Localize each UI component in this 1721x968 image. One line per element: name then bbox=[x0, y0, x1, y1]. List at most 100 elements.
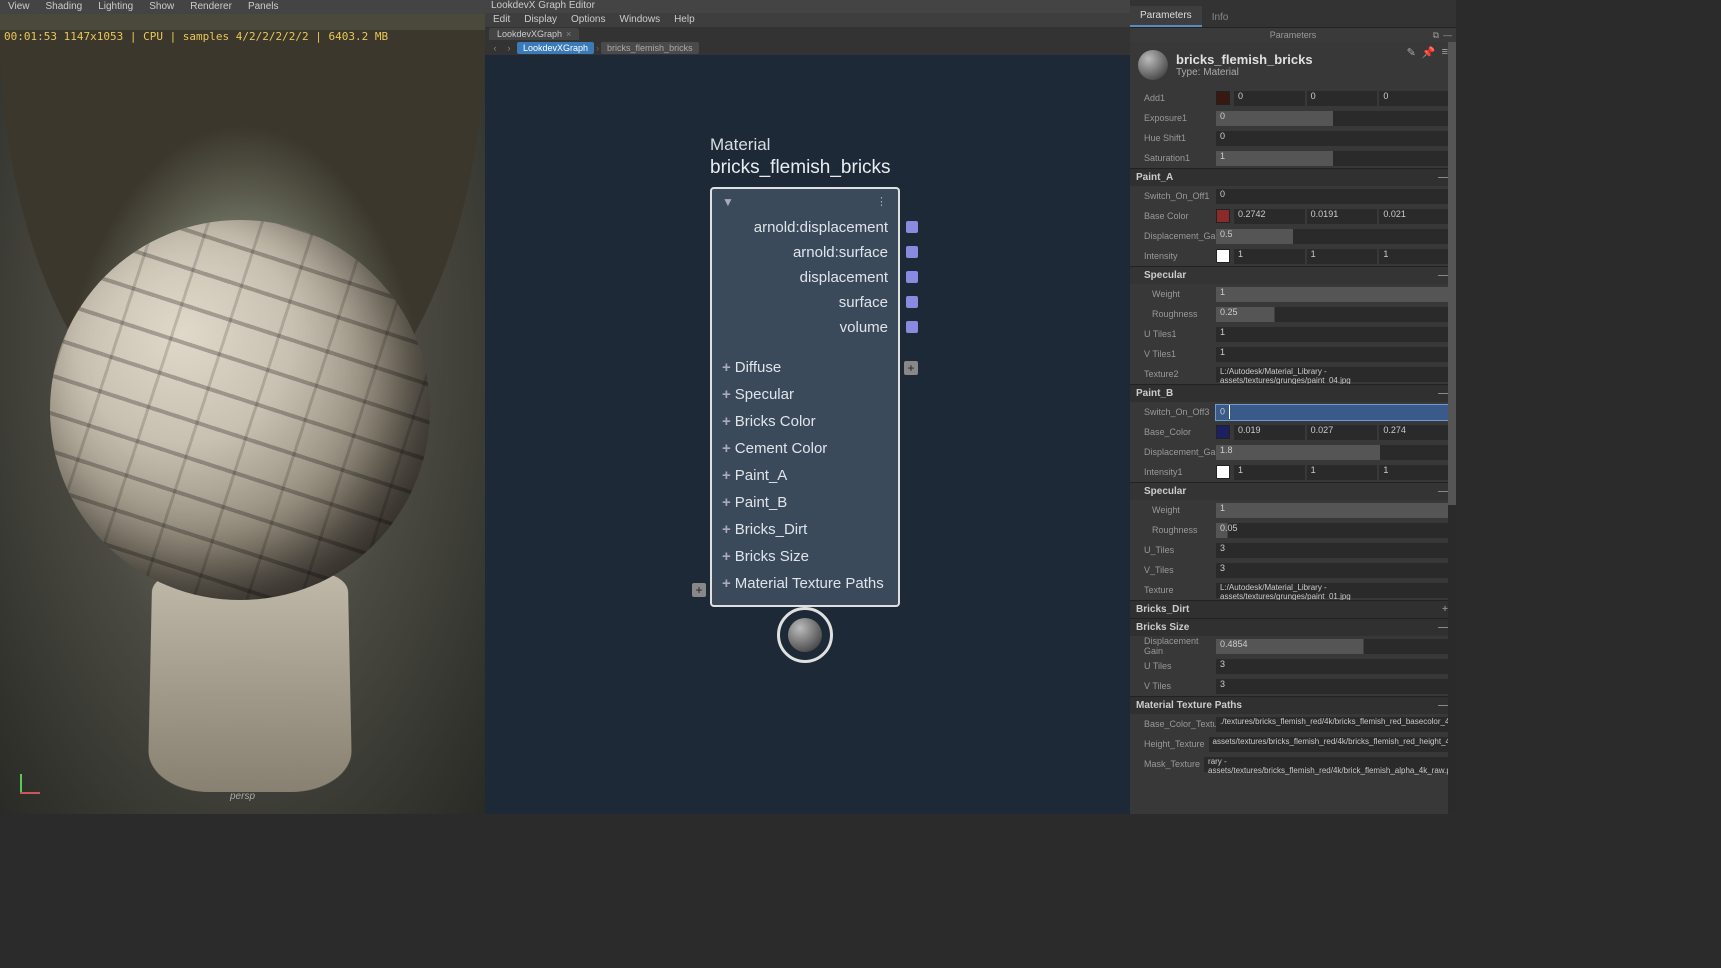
vtiles-input[interactable]: 3 bbox=[1216, 679, 1450, 694]
group-bricks-size[interactable]: Bricks Size— bbox=[1130, 618, 1456, 636]
group-bricks-dirt[interactable]: Bricks_Dirt+ bbox=[1130, 600, 1456, 618]
viewport-render[interactable]: persp bbox=[0, 14, 485, 814]
node-section[interactable]: +Specular bbox=[712, 381, 898, 408]
add1-b-input[interactable]: 0 bbox=[1379, 91, 1450, 106]
basecolor-r-input[interactable]: 0.2742 bbox=[1234, 209, 1305, 224]
output-port[interactable]: arnold:displacement bbox=[712, 215, 898, 240]
edit-icon[interactable]: ✎ bbox=[1407, 46, 1416, 59]
base-texture-input[interactable]: ./textures/bricks_flemish_red/4k/bricks_… bbox=[1216, 717, 1456, 732]
intensity-r-input[interactable]: 1 bbox=[1234, 465, 1305, 480]
collapse-icon[interactable]: — bbox=[1438, 172, 1448, 183]
menu-windows[interactable]: Windows bbox=[620, 14, 661, 26]
scrollbar-thumb[interactable] bbox=[1448, 42, 1456, 505]
menu-shading[interactable]: Shading bbox=[46, 1, 83, 13]
collapse-icon[interactable]: — bbox=[1438, 388, 1448, 399]
menu-options[interactable]: Options bbox=[571, 14, 605, 26]
collapse-icon[interactable]: ▼ bbox=[722, 195, 734, 209]
menu-display[interactable]: Display bbox=[524, 14, 557, 26]
group-specular-a[interactable]: Specular— bbox=[1130, 266, 1456, 284]
port-icon[interactable] bbox=[906, 296, 918, 308]
node-section[interactable]: +Bricks Size bbox=[712, 543, 898, 570]
vtiles-input[interactable]: 3 bbox=[1216, 563, 1450, 578]
menu-renderer[interactable]: Renderer bbox=[190, 1, 232, 13]
graph-tab[interactable]: LookdevXGraph× bbox=[489, 28, 579, 40]
menu-help[interactable]: Help bbox=[674, 14, 695, 26]
expand-icon[interactable]: + bbox=[722, 359, 731, 376]
node-section[interactable]: +Paint_B bbox=[712, 489, 898, 516]
intensity-b-input[interactable]: 1 bbox=[1379, 465, 1450, 480]
port-icon[interactable] bbox=[906, 321, 918, 333]
pin-icon[interactable]: 📌 bbox=[1422, 46, 1436, 59]
menu-panels[interactable]: Panels bbox=[248, 1, 279, 13]
material-preview[interactable] bbox=[777, 607, 833, 663]
node-section[interactable]: +Bricks_Dirt bbox=[712, 516, 898, 543]
tab-parameters[interactable]: Parameters bbox=[1130, 6, 1202, 27]
add1-g-input[interactable]: 0 bbox=[1307, 91, 1378, 106]
group-specular-b[interactable]: Specular— bbox=[1130, 482, 1456, 500]
port-icon[interactable] bbox=[906, 246, 918, 258]
group-texture-paths[interactable]: Material Texture Paths— bbox=[1130, 696, 1456, 714]
tab-info[interactable]: Info bbox=[1202, 8, 1239, 27]
menu-lighting[interactable]: Lighting bbox=[98, 1, 133, 13]
kebab-icon[interactable]: ⋮ bbox=[876, 195, 888, 209]
intensity-g-input[interactable]: 1 bbox=[1307, 465, 1378, 480]
weight-input[interactable]: 1 bbox=[1216, 503, 1450, 518]
expand-icon[interactable]: + bbox=[722, 440, 731, 457]
node-section[interactable]: +Paint_A bbox=[712, 462, 898, 489]
material-node[interactable]: Material bricks_flemish_bricks ▼ ⋮ arnol… bbox=[710, 135, 900, 607]
switch-input-active[interactable]: 0 bbox=[1216, 405, 1450, 420]
graph-canvas[interactable]: Material bricks_flemish_bricks ▼ ⋮ arnol… bbox=[485, 55, 1130, 814]
add1-r-input[interactable]: 0 bbox=[1234, 91, 1305, 106]
node-section[interactable]: +Bricks Color bbox=[712, 408, 898, 435]
exposure-input[interactable]: 0 bbox=[1216, 111, 1450, 126]
mask-texture-input[interactable]: rary - assets/textures/bricks_flemish_re… bbox=[1204, 757, 1456, 772]
vtiles-input[interactable]: 1 bbox=[1216, 347, 1450, 362]
weight-input[interactable]: 1 bbox=[1216, 287, 1450, 302]
expand-icon[interactable]: + bbox=[722, 494, 731, 511]
port-icon[interactable] bbox=[906, 221, 918, 233]
roughness-input[interactable]: 0.25 bbox=[1216, 307, 1450, 322]
collapse-icon[interactable]: — bbox=[1438, 622, 1448, 633]
intensity-r-input[interactable]: 1 bbox=[1234, 249, 1305, 264]
color-swatch[interactable] bbox=[1216, 249, 1230, 263]
texture-input[interactable]: L:/Autodesk/Material_Library - assets/te… bbox=[1216, 583, 1450, 598]
utiles-input[interactable]: 3 bbox=[1216, 543, 1450, 558]
node-section[interactable]: +Cement Color bbox=[712, 435, 898, 462]
hue-input[interactable]: 0 bbox=[1216, 131, 1450, 146]
nav-forward-icon[interactable]: › bbox=[503, 43, 515, 53]
breadcrumb-item[interactable]: LookdevXGraph bbox=[517, 42, 594, 54]
param-body[interactable]: Add1000 Exposure10 Hue Shift10 Saturatio… bbox=[1130, 88, 1456, 814]
switch-input[interactable]: 0 bbox=[1216, 189, 1450, 204]
expand-icon[interactable]: + bbox=[722, 386, 731, 403]
collapse-icon[interactable]: — bbox=[1438, 486, 1448, 497]
menu-edit[interactable]: Edit bbox=[493, 14, 510, 26]
output-port[interactable]: surface bbox=[712, 290, 898, 315]
intensity-b-input[interactable]: 1 bbox=[1379, 249, 1450, 264]
texture-input[interactable]: L:/Autodesk/Material_Library - assets/te… bbox=[1216, 367, 1450, 382]
menu-show[interactable]: Show bbox=[149, 1, 174, 13]
expand-icon[interactable]: + bbox=[722, 575, 731, 592]
basecolor-g-input[interactable]: 0.0191 bbox=[1307, 209, 1378, 224]
basecolor-b-input[interactable]: 0.274 bbox=[1379, 425, 1450, 440]
disp-gain-input[interactable]: 0.4854 bbox=[1216, 639, 1450, 654]
intensity-g-input[interactable]: 1 bbox=[1307, 249, 1378, 264]
color-swatch[interactable] bbox=[1216, 91, 1230, 105]
breadcrumb-item[interactable]: bricks_flemish_bricks bbox=[601, 42, 699, 54]
expand-icon[interactable]: + bbox=[722, 521, 731, 538]
node-section[interactable]: +Diffuse bbox=[712, 354, 898, 381]
basecolor-r-input[interactable]: 0.019 bbox=[1234, 425, 1305, 440]
saturation-input[interactable]: 1 bbox=[1216, 151, 1450, 166]
minimize-icon[interactable]: — bbox=[1443, 28, 1452, 42]
add-port-button[interactable]: + bbox=[904, 361, 918, 375]
color-swatch[interactable] bbox=[1216, 209, 1230, 223]
output-port[interactable]: volume bbox=[712, 315, 898, 340]
scrollbar[interactable] bbox=[1448, 42, 1456, 814]
utiles-input[interactable]: 1 bbox=[1216, 327, 1450, 342]
expand-icon[interactable]: + bbox=[722, 467, 731, 484]
utiles-input[interactable]: 3 bbox=[1216, 659, 1450, 674]
collapse-icon[interactable]: — bbox=[1438, 270, 1448, 281]
close-icon[interactable]: × bbox=[566, 29, 571, 39]
basecolor-g-input[interactable]: 0.027 bbox=[1307, 425, 1378, 440]
popout-icon[interactable]: ⧉ bbox=[1433, 28, 1439, 42]
group-paint-b[interactable]: Paint_B— bbox=[1130, 384, 1456, 402]
